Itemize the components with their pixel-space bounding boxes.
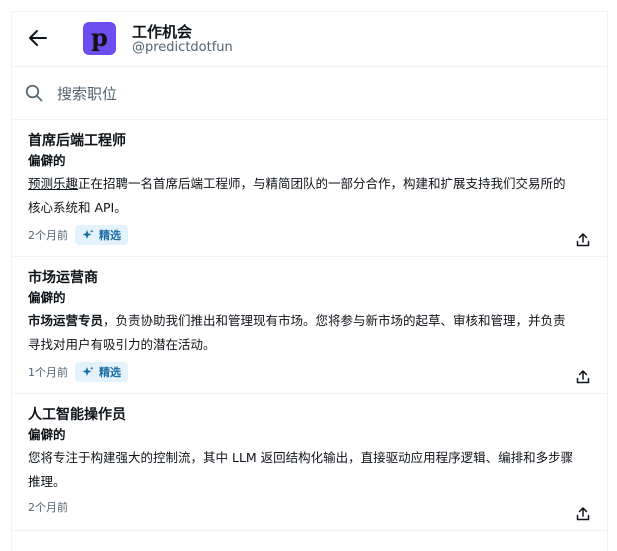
job-title[interactable]: 人工智能操作员	[28, 406, 591, 424]
job-title[interactable]: 市场运营商	[28, 269, 591, 287]
company-link[interactable]: 预测乐趣	[28, 176, 78, 191]
badge-label: 精选	[99, 229, 121, 242]
job-description: 您将专注于构建强大的控制流，其中 LLM 返回结构化输出，直接驱动应用程序逻辑、…	[28, 446, 596, 494]
description-text: 正在招聘一名首席后端工程师，与精简团队的一部分合作，构建和扩展支持我们交易所的	[78, 176, 566, 191]
description-text: 您将专注于构建强大的控制流，其中 LLM 返回结构化输出，直接驱动应用程序逻辑、…	[28, 450, 574, 465]
description-highlight: 市场运营专员	[28, 313, 104, 328]
description-text: 推理。	[28, 474, 66, 489]
job-item[interactable]: 人工智能操作员 偏僻的 您将专注于构建强大的控制流，其中 LLM 返回结构化输出…	[12, 394, 607, 531]
job-company: 偏僻的	[28, 153, 66, 168]
featured-badge: 精选	[75, 362, 128, 382]
job-company: 偏僻的	[28, 427, 66, 442]
job-description: 预测乐趣正在招聘一名首席后端工程师，与精简团队的一部分合作，构建和扩展支持我们交…	[28, 172, 596, 220]
job-meta: 2个月前 精选	[28, 225, 128, 245]
job-item[interactable]: 首席后端工程师 偏僻的 预测乐趣正在招聘一名首席后端工程师，与精简团队的一部分合…	[12, 120, 607, 257]
featured-badge: 精选	[75, 225, 128, 245]
posted-time: 2个月前	[28, 501, 68, 514]
description-text: 寻找对用户有吸引力的潜在活动。	[28, 337, 216, 352]
search-input[interactable]	[55, 79, 559, 109]
page-title: 工作机会	[132, 23, 193, 41]
sparkle-icon	[82, 229, 94, 239]
badge-label: 精选	[99, 366, 121, 379]
search-icon	[25, 84, 43, 102]
account-handle[interactable]: @predictdotfun	[132, 40, 233, 55]
description-text: ，负责协助我们推出和管理现有市场。您将参与新市场的起草、审核和管理，并负责	[103, 313, 566, 328]
job-description: 市场运营专员，负责协助我们推出和管理现有市场。您将参与新市场的起草、审核和管理，…	[28, 309, 596, 357]
job-item[interactable]: 市场运营商 偏僻的 市场运营专员，负责协助我们推出和管理现有市场。您将参与新市场…	[12, 257, 607, 394]
share-icon[interactable]	[575, 506, 591, 522]
back-arrow-icon[interactable]	[26, 26, 50, 50]
search-bar	[12, 67, 607, 120]
job-company: 偏僻的	[28, 290, 66, 305]
company-logo[interactable]: p	[83, 22, 116, 55]
posted-time: 1个月前	[28, 366, 68, 379]
job-meta: 2个月前	[28, 499, 68, 515]
logo-letter: p	[91, 22, 108, 52]
share-icon[interactable]	[575, 369, 591, 385]
job-title[interactable]: 首席后端工程师	[28, 132, 591, 150]
header: p 工作机会 @predictdotfun	[12, 12, 607, 67]
sparkle-icon	[82, 366, 94, 376]
job-meta: 1个月前 精选	[28, 362, 128, 382]
share-icon[interactable]	[575, 232, 591, 248]
posted-time: 2个月前	[28, 229, 68, 242]
jobs-panel: p 工作机会 @predictdotfun 首席后端工程师 偏僻的 预测乐趣正在…	[11, 11, 608, 551]
description-text: 核心系统和 API。	[28, 200, 127, 215]
